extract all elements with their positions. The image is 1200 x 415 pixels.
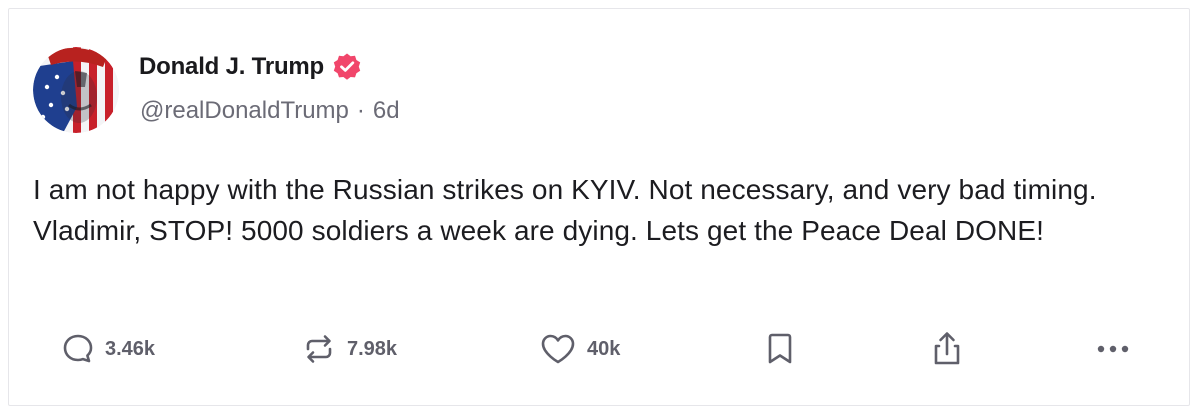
separator-dot: ·	[356, 97, 365, 124]
heart-icon	[541, 334, 575, 364]
bookmark-icon	[768, 333, 792, 364]
author-display-name[interactable]: Donald J. Trump	[139, 53, 324, 81]
comment-icon	[63, 334, 93, 363]
share-button[interactable]	[929, 327, 965, 371]
avatar-image	[33, 47, 119, 133]
share-icon	[934, 332, 960, 365]
more-options-button[interactable]	[1093, 327, 1133, 371]
author-name-row: Donald J. Trump	[139, 51, 362, 83]
avatar[interactable]	[33, 47, 119, 133]
like-count: 40k	[587, 337, 621, 360]
repost-count: 7.98k	[347, 337, 398, 360]
like-button[interactable]: 40k	[539, 327, 620, 371]
post-timestamp[interactable]: 6d	[373, 97, 400, 125]
bookmark-button[interactable]	[763, 327, 797, 371]
author-handle[interactable]: @realDonaldTrump	[140, 97, 349, 125]
post-body-text: I am not happy with the Russian strikes …	[33, 174, 1097, 246]
repost-icon	[306, 335, 332, 363]
repost-button[interactable]: 7.98k	[301, 327, 397, 371]
post-actions-bar: 3.46k 7.98k 40k	[9, 327, 1189, 371]
author-handle-row: @realDonaldTrump · 6d	[140, 97, 400, 125]
reply-button[interactable]: 3.46k	[61, 327, 155, 371]
post-card[interactable]: Donald J. Trump @realDonaldTrump · 6d I …	[8, 8, 1190, 406]
more-dots-icon	[1097, 345, 1129, 353]
reply-count: 3.46k	[105, 337, 156, 360]
verified-badge-icon	[332, 52, 362, 82]
